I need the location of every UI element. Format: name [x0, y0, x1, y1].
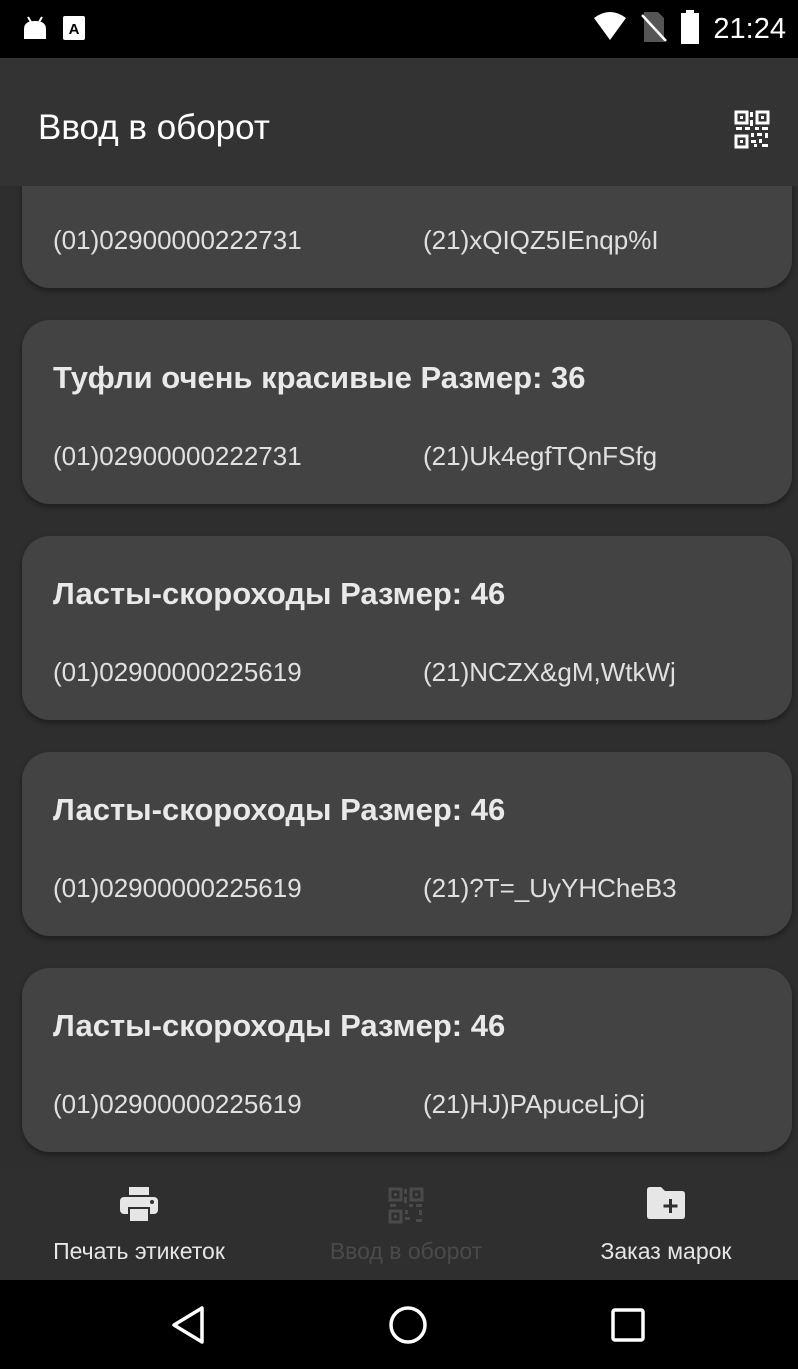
- home-button[interactable]: [385, 1302, 431, 1348]
- item-gtin: (01)02900000225619: [53, 1089, 302, 1119]
- back-button[interactable]: [166, 1302, 212, 1348]
- qr-code-icon: [388, 1187, 424, 1230]
- item-serial: (21)NCZX&gM,WtkWj: [423, 657, 676, 687]
- page-title: Ввод в оборот: [38, 108, 270, 147]
- item-serial: (21)?T=_UyYHCheB3: [423, 873, 677, 903]
- nav-label-print-labels: Печать этикеток: [53, 1238, 225, 1264]
- list-item[interactable]: Туфли очень красивые Размер: 36 (01)0290…: [22, 320, 792, 504]
- nav-item-order-marks[interactable]: Заказ марок: [534, 1167, 798, 1280]
- item-serial: (21)Uk4egfTQnFSfg: [423, 441, 658, 471]
- home-circle-icon: [389, 1306, 427, 1344]
- nav-item-put-into-circulation[interactable]: Ввод в оборот: [278, 1167, 534, 1280]
- qr-code-icon: [734, 110, 770, 149]
- recents-button[interactable]: [605, 1302, 651, 1348]
- recents-square-icon: [611, 1308, 645, 1342]
- nav-label-put-into-circulation: Ввод в оборот: [329, 1238, 483, 1264]
- app-bar: Ввод в оборот: [0, 58, 798, 186]
- list-item[interactable]: Ласты-скороходы Размер: 46 (01)029000002…: [22, 968, 792, 1152]
- list-item[interactable]: (01)02900000222731 (21)xQIQZ5IEnqp%I: [22, 186, 792, 288]
- item-gtin: (01)02900000225619: [53, 657, 302, 687]
- item-title: Ласты-скороходы Размер: 46: [53, 792, 506, 827]
- keyboard-a-icon: A: [62, 15, 86, 46]
- android-icon: [22, 15, 48, 46]
- item-serial: (21)xQIQZ5IEnqp%I: [423, 225, 659, 255]
- status-time: 21:24: [713, 13, 786, 45]
- system-navigation-bar: [0, 1280, 798, 1369]
- printer-icon: [120, 1187, 158, 1228]
- no-sim-icon: [641, 11, 668, 48]
- status-bar: A 21:24: [0, 0, 798, 58]
- bottom-navigation: Печать этикеток Ввод в оборот Заказ маро…: [0, 1167, 798, 1280]
- item-title: Ласты-скороходы Размер: 46: [53, 576, 506, 611]
- svg-text:A: A: [69, 21, 80, 38]
- list-item[interactable]: Ласты-скороходы Размер: 46 (01)029000002…: [22, 752, 792, 936]
- item-title: Туфли очень красивые Размер: 36: [53, 360, 586, 395]
- item-gtin: (01)02900000222731: [53, 225, 302, 255]
- item-serial: (21)HJ)PApuceLjOj: [423, 1089, 646, 1119]
- item-gtin: (01)02900000222731: [53, 441, 302, 471]
- list-item[interactable]: Ласты-скороходы Размер: 46 (01)029000002…: [22, 536, 792, 720]
- nav-item-print-labels[interactable]: Печать этикеток: [0, 1167, 278, 1280]
- folder-add-icon: [647, 1187, 685, 1224]
- nav-label-order-marks: Заказ марок: [600, 1238, 732, 1264]
- marks-list[interactable]: (01)02900000222731 (21)xQIQZ5IEnqp%I Туф…: [0, 186, 798, 1167]
- item-gtin: (01)02900000225619: [53, 873, 302, 903]
- back-triangle-icon: [172, 1306, 204, 1344]
- battery-icon: [681, 10, 700, 49]
- item-title: Ласты-скороходы Размер: 46: [53, 1008, 506, 1043]
- qr-scan-button[interactable]: [734, 110, 770, 150]
- wifi-icon: [593, 12, 627, 47]
